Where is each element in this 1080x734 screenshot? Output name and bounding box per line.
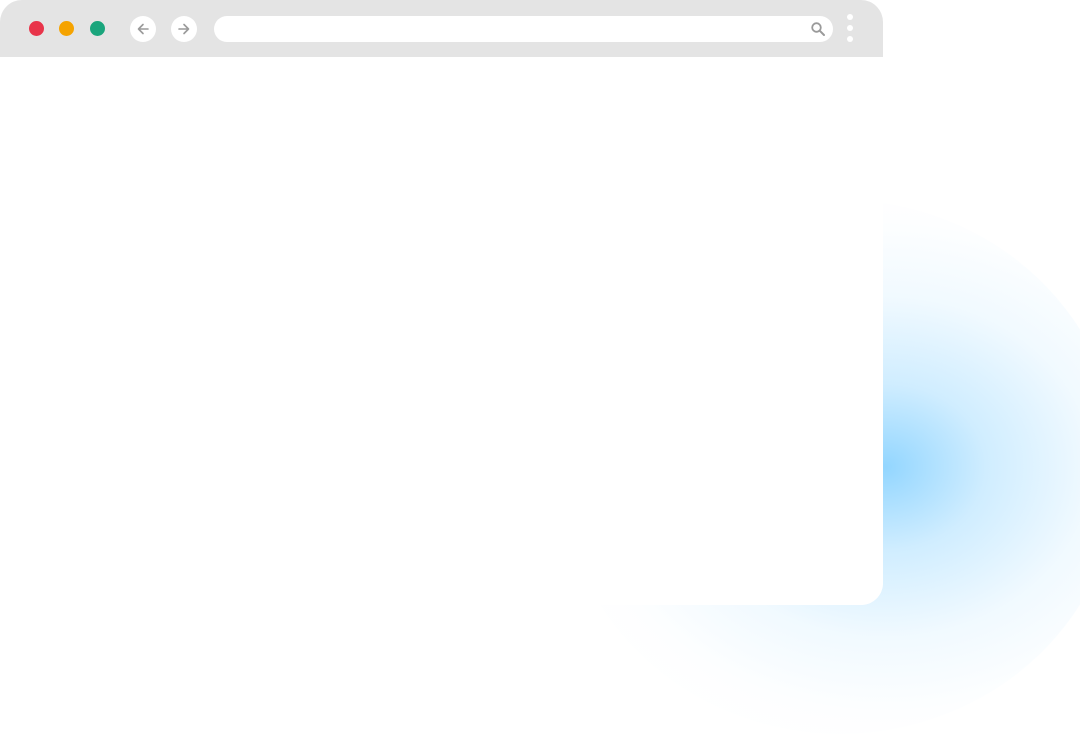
menu-dot [847, 14, 853, 20]
address-bar[interactable] [214, 16, 833, 42]
kebab-menu-icon[interactable] [842, 14, 858, 44]
page-viewport [0, 57, 883, 605]
browser-toolbar [0, 0, 883, 57]
arrow-right-icon [178, 23, 190, 35]
forward-button[interactable] [171, 16, 197, 42]
address-input[interactable] [228, 16, 803, 42]
search-icon[interactable] [810, 21, 826, 37]
close-window-button[interactable] [29, 21, 44, 36]
maximize-window-button[interactable] [90, 21, 105, 36]
stage [0, 0, 1080, 734]
back-button[interactable] [130, 16, 156, 42]
browser-window [0, 0, 883, 605]
menu-dot [847, 36, 853, 42]
menu-dot [847, 25, 853, 31]
minimize-window-button[interactable] [59, 21, 74, 36]
arrow-left-icon [137, 23, 149, 35]
